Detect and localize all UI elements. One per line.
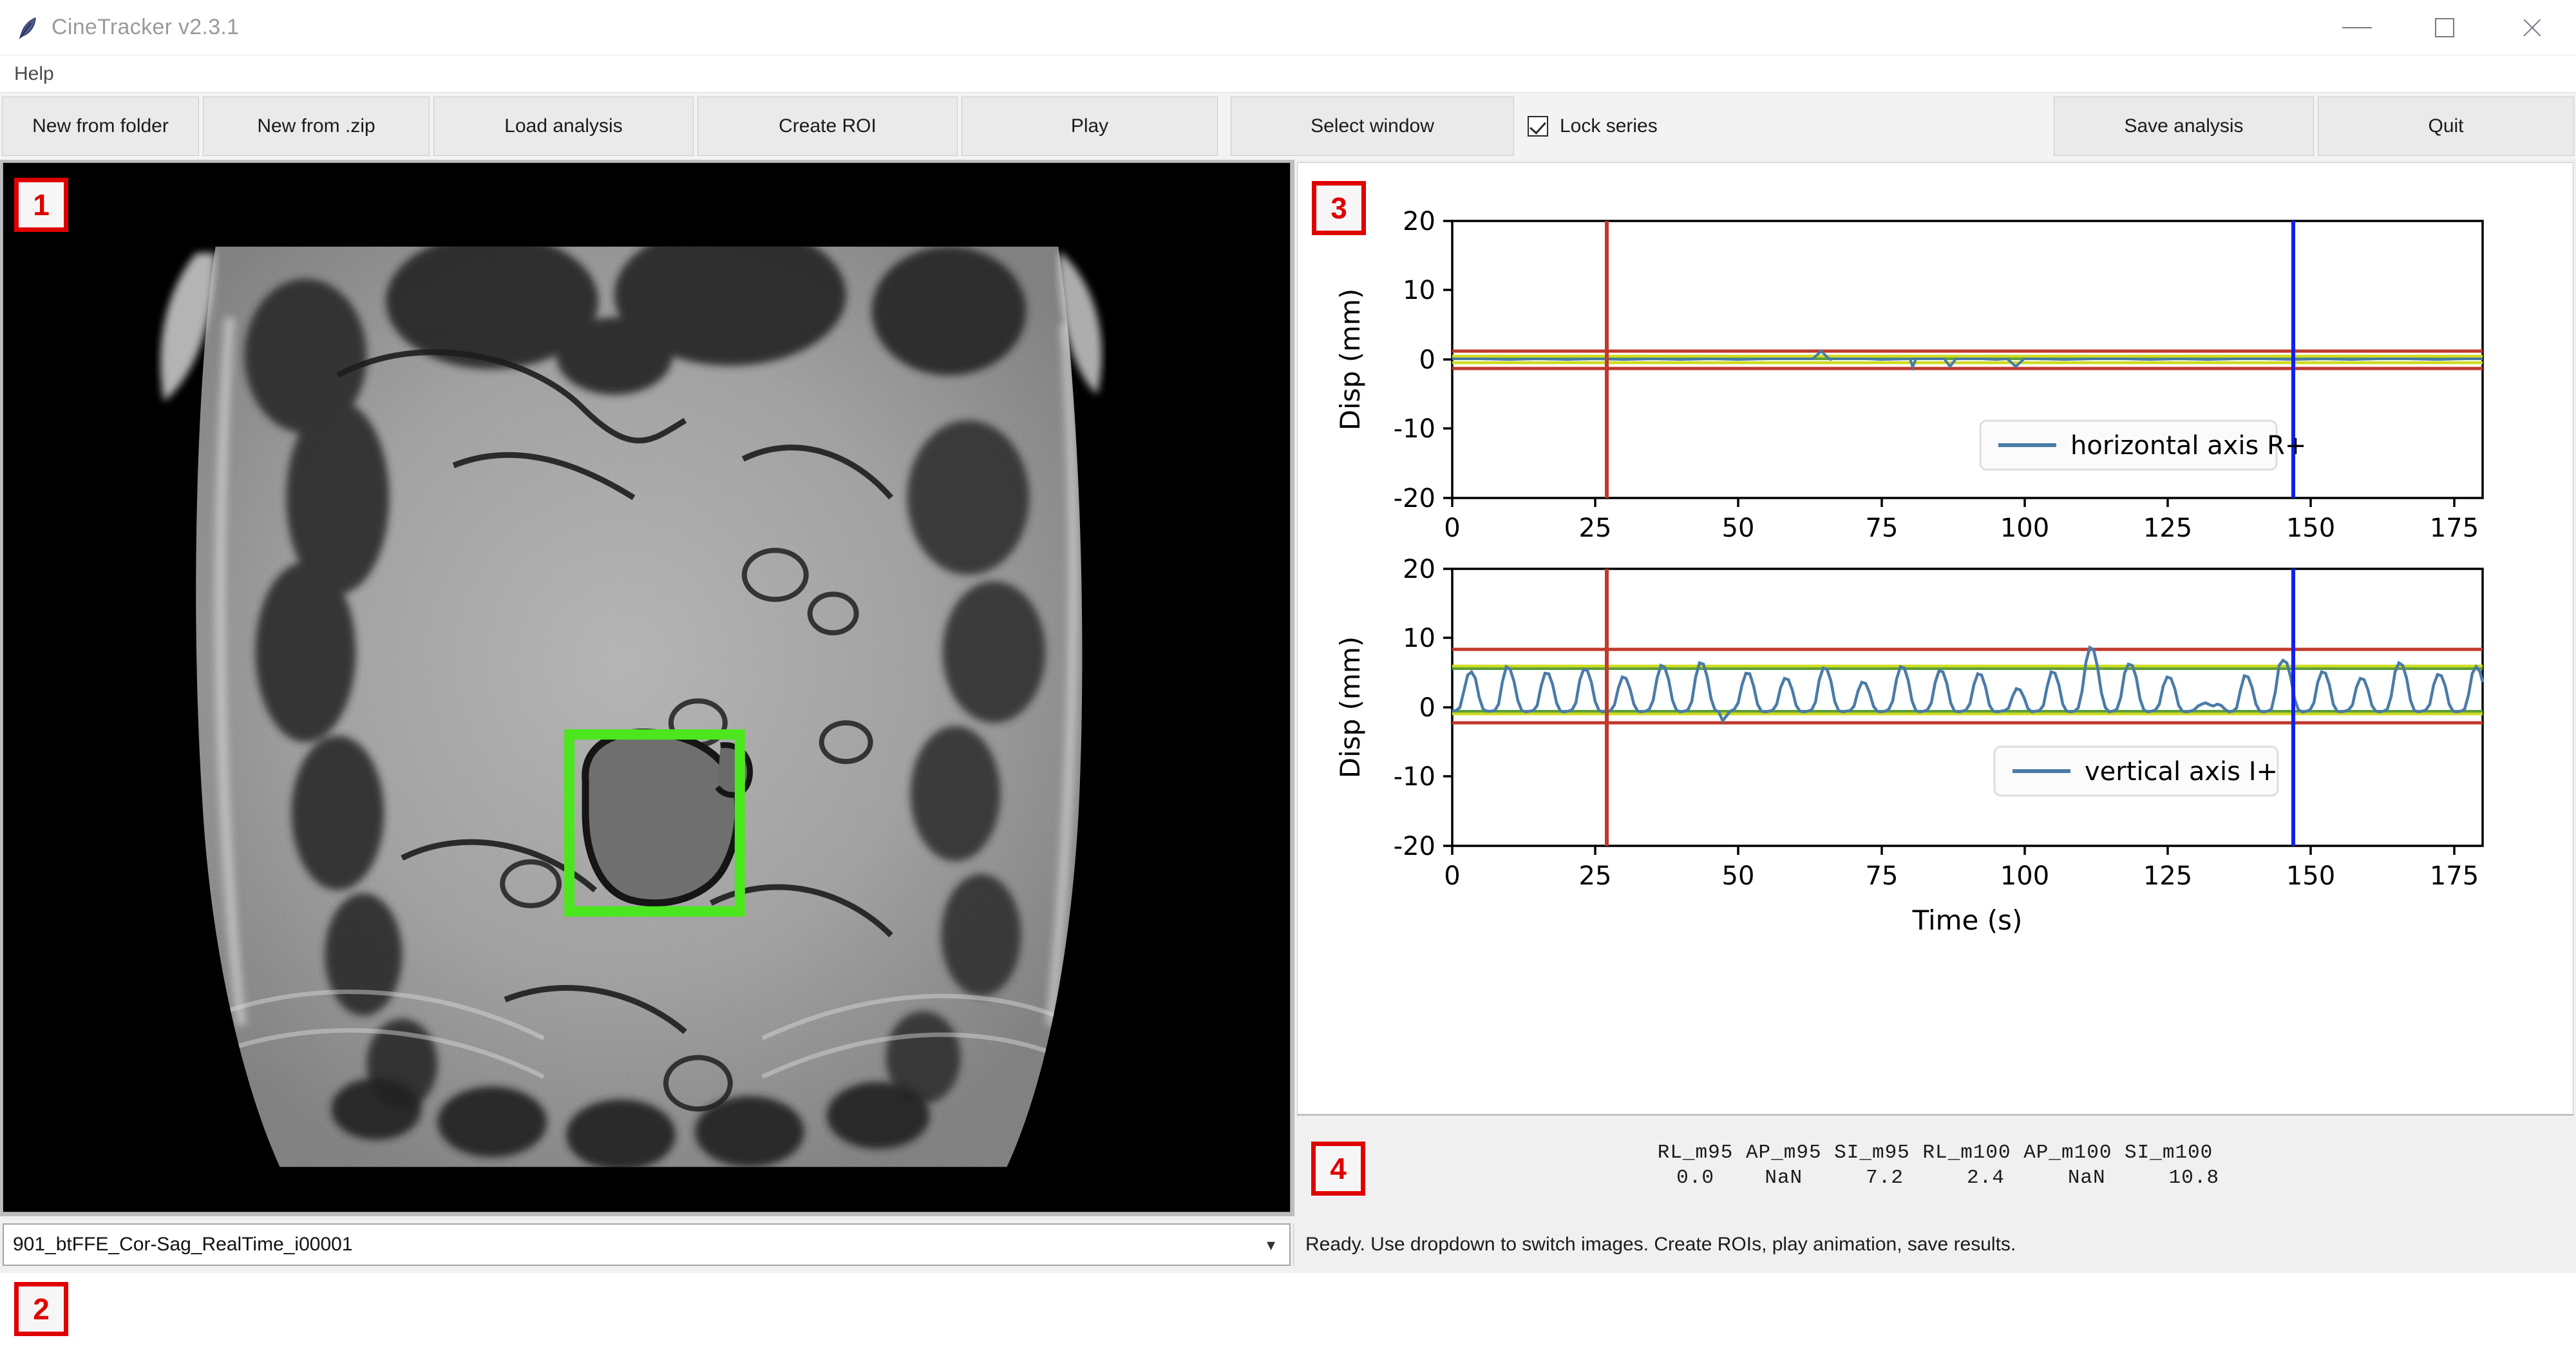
annotation-badge-4: 4	[1311, 1142, 1365, 1196]
xtick-top-75: 75	[1866, 513, 1899, 543]
legend-label-vertical: vertical axis I+	[2085, 757, 2278, 787]
ytick-top-m10: -10	[1394, 414, 1435, 444]
ytick-top-m20: -20	[1394, 484, 1435, 513]
xtick-bot-75: 75	[1866, 861, 1899, 891]
xtick-top-175: 175	[2430, 513, 2479, 543]
xtick-top-100: 100	[2000, 513, 2049, 543]
matplotlib-figure: 20 10 0 -10 -20 0 25 50 75 100 125 150 1…	[1298, 163, 2573, 1114]
xtick-top-125: 125	[2143, 513, 2192, 543]
stats-headers: RL_m95 AP_m95 SI_m95 RL_m100 AP_m100 SI_…	[1657, 1142, 2213, 1165]
window-controls	[2313, 0, 2576, 55]
xtick-bot-100: 100	[2000, 861, 2049, 891]
ytick-bot-m20: -20	[1394, 832, 1435, 861]
annotation-badge-2: 2	[14, 1282, 68, 1336]
chart-vertical-axis: 20 10 0 -10 -20 0 25 50 75 100 125 150 1…	[1334, 555, 2485, 936]
ytick-bot-m10: -10	[1394, 762, 1435, 792]
series-selector-value: 901_btFFE_Cor-Sag_RealTime_i00001	[13, 1234, 353, 1255]
xtick-bot-50: 50	[1722, 861, 1755, 891]
xtick-bot-25: 25	[1579, 861, 1612, 891]
play-button[interactable]: Play	[961, 97, 1218, 156]
save-analysis-button[interactable]: Save analysis	[2054, 97, 2314, 156]
main-area: 1 20 10 0 -10 -20 0 25 50 75 100 125 150…	[0, 160, 2576, 1216]
ytick-top-0: 0	[1419, 345, 1435, 375]
ytick-top-10: 10	[1403, 276, 1435, 305]
title-bar: CineTracker v2.3.1	[0, 0, 2576, 55]
lock-series-checkbox[interactable]: Lock series	[1516, 93, 1669, 160]
xtick-bot-125: 125	[2143, 861, 2192, 891]
legend-label-horizontal: horizontal axis R+	[2070, 431, 2306, 461]
chart-horizontal-axis: 20 10 0 -10 -20 0 25 50 75 100 125 150 1…	[1334, 207, 2484, 543]
checkmark-icon	[1528, 116, 1548, 137]
plots-canvas[interactable]: 20 10 0 -10 -20 0 25 50 75 100 125 150 1…	[1297, 162, 2573, 1114]
ytick-bot-10: 10	[1403, 624, 1435, 653]
series-selector-dropdown[interactable]: 901_btFFE_Cor-Sag_RealTime_i00001 ▾	[3, 1223, 1291, 1266]
legend-horizontal-axis: horizontal axis R+	[1979, 419, 2306, 471]
xtick-bot-150: 150	[2286, 861, 2335, 891]
feather-icon	[14, 14, 43, 42]
toolbar-divider	[1220, 93, 1229, 160]
ylabel-bottom: Disp (mm)	[1334, 636, 1366, 779]
status-message: Ready. Use dropdown to switch images. Cr…	[1293, 1223, 2576, 1266]
stats-values: 0.0 NaN 7.2 2.4 NaN 10.8	[1651, 1167, 2220, 1189]
lock-series-label: Lock series	[1560, 115, 1658, 137]
xtick-bot-0: 0	[1444, 861, 1460, 891]
ytick-bot-0: 0	[1419, 693, 1435, 723]
stats-text: RL_m95 AP_m95 SI_m95 RL_m100 AP_m100 SI_…	[1651, 1141, 2219, 1191]
annotation-badge-3: 3	[1312, 181, 1366, 235]
minimize-icon[interactable]	[2313, 0, 2401, 55]
stats-panel: RL_m95 AP_m95 SI_m95 RL_m100 AP_m100 SI_…	[1297, 1114, 2573, 1216]
mri-image[interactable]	[3, 163, 1290, 1212]
ylabel-top: Disp (mm)	[1334, 289, 1366, 431]
xtick-top-150: 150	[2286, 513, 2335, 543]
new-from-folder-button[interactable]: New from folder	[2, 97, 199, 156]
chevron-down-icon[interactable]: ▾	[1267, 1235, 1275, 1255]
ytick-top-20: 20	[1403, 207, 1435, 236]
xtick-top-50: 50	[1722, 513, 1755, 543]
charts-svg: 20 10 0 -10 -20 0 25 50 75 100 125 150 1…	[1334, 207, 2485, 936]
legend-vertical-axis: vertical axis I+	[1993, 745, 2279, 797]
ytick-bot-20: 20	[1403, 555, 1435, 584]
menu-item-help[interactable]: Help	[5, 61, 63, 88]
xtick-top-0: 0	[1444, 513, 1460, 543]
toolbar: New from folder New from .zip Load analy…	[0, 92, 2576, 160]
load-analysis-button[interactable]: Load analysis	[433, 97, 694, 156]
create-roi-button[interactable]: Create ROI	[697, 97, 958, 156]
xtick-bot-175: 175	[2430, 861, 2479, 891]
close-icon[interactable]	[2488, 0, 2576, 55]
bottom-bar: 901_btFFE_Cor-Sag_RealTime_i00001 ▾ Read…	[0, 1216, 2576, 1273]
quit-button[interactable]: Quit	[2318, 97, 2574, 156]
new-from-zip-button[interactable]: New from .zip	[203, 97, 430, 156]
xtick-top-25: 25	[1579, 513, 1612, 543]
maximize-icon[interactable]	[2401, 0, 2488, 55]
xlabel-bottom: Time (s)	[1912, 904, 2023, 936]
select-window-button[interactable]: Select window	[1231, 97, 1514, 156]
image-panel[interactable]: 1	[0, 160, 1294, 1216]
menu-bar: Help	[0, 55, 2576, 92]
annotation-badge-1: 1	[14, 178, 68, 232]
window-title: CineTracker v2.3.1	[52, 15, 240, 39]
plots-panel: 20 10 0 -10 -20 0 25 50 75 100 125 150 1…	[1294, 160, 2576, 1216]
mri-image-frame[interactable]	[3, 162, 1291, 1212]
